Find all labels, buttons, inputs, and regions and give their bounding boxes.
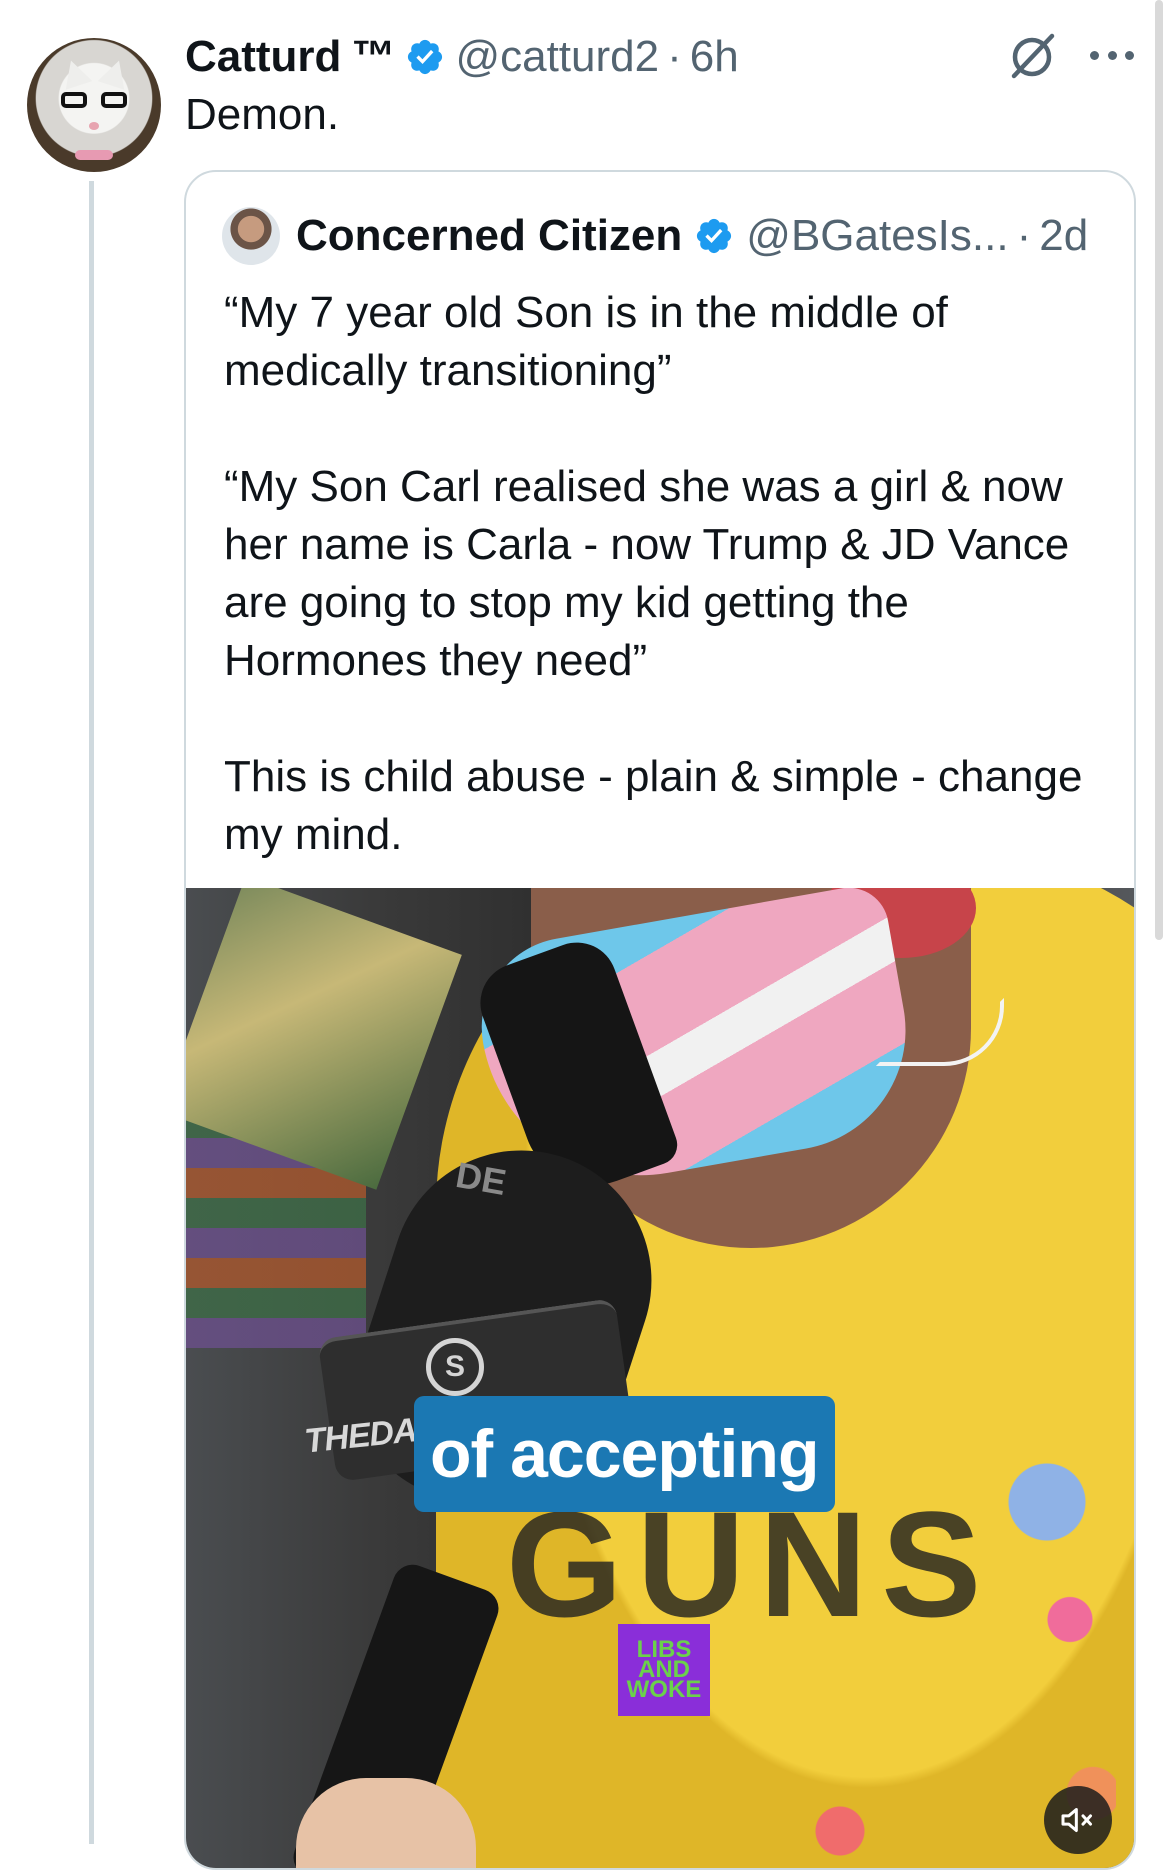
quoted-author-avatar[interactable] — [222, 207, 280, 265]
video-player[interactable]: GUNS DE S THEDAILYSIGNAL of accepting LI… — [186, 888, 1134, 1868]
quoted-paragraph: “My Son Carl realised she was a girl & n… — [224, 462, 1070, 685]
thread-connector-line — [89, 181, 94, 1844]
watermark-line: WOKE — [626, 1676, 702, 1703]
verified-badge-icon — [697, 218, 732, 254]
quoted-paragraph: “My 7 year old Son is in the middle of m… — [224, 288, 948, 395]
scrollbar[interactable] — [1155, 0, 1163, 940]
more-options-icon[interactable] — [1090, 48, 1134, 62]
grok-icon[interactable] — [1006, 30, 1058, 82]
quoted-post-text: “My 7 year old Son is in the middle of m… — [224, 284, 1114, 922]
post-text: Demon. — [185, 90, 340, 139]
author-name[interactable]: Catturd — [185, 32, 341, 82]
speaker-muted-icon — [1061, 1808, 1092, 1832]
quoted-post[interactable]: Concerned Citizen @BGatesIs... · 2d “My … — [184, 170, 1136, 1870]
author-suffix: ™ — [351, 32, 396, 81]
hand — [296, 1778, 476, 1868]
author-handle[interactable]: @catturd2 — [455, 32, 659, 82]
microphone-logo: S — [426, 1338, 484, 1396]
video-caption: of accepting — [414, 1396, 835, 1512]
post-header: Catturd ™ @catturd2 · 6h — [185, 30, 739, 84]
separator-dot: · — [667, 32, 682, 81]
quoted-paragraph: This is child abuse - plain & simple - c… — [224, 752, 1083, 859]
post-time[interactable]: 6h — [690, 32, 739, 82]
quoted-author-name[interactable]: Concerned Citizen — [296, 211, 682, 261]
quoted-post-header: Concerned Citizen @BGatesIs... · 2d — [222, 207, 1088, 265]
quoted-author-handle[interactable]: @BGatesIs... — [746, 211, 1008, 261]
verified-badge-icon — [408, 39, 443, 75]
quoted-post-time[interactable]: 2d — [1039, 211, 1088, 261]
video-watermark: LIBS AND WOKE — [618, 1624, 710, 1716]
microphone-text: DE — [452, 1153, 510, 1204]
author-avatar[interactable] — [27, 38, 161, 172]
separator-dot: · — [1016, 211, 1032, 260]
